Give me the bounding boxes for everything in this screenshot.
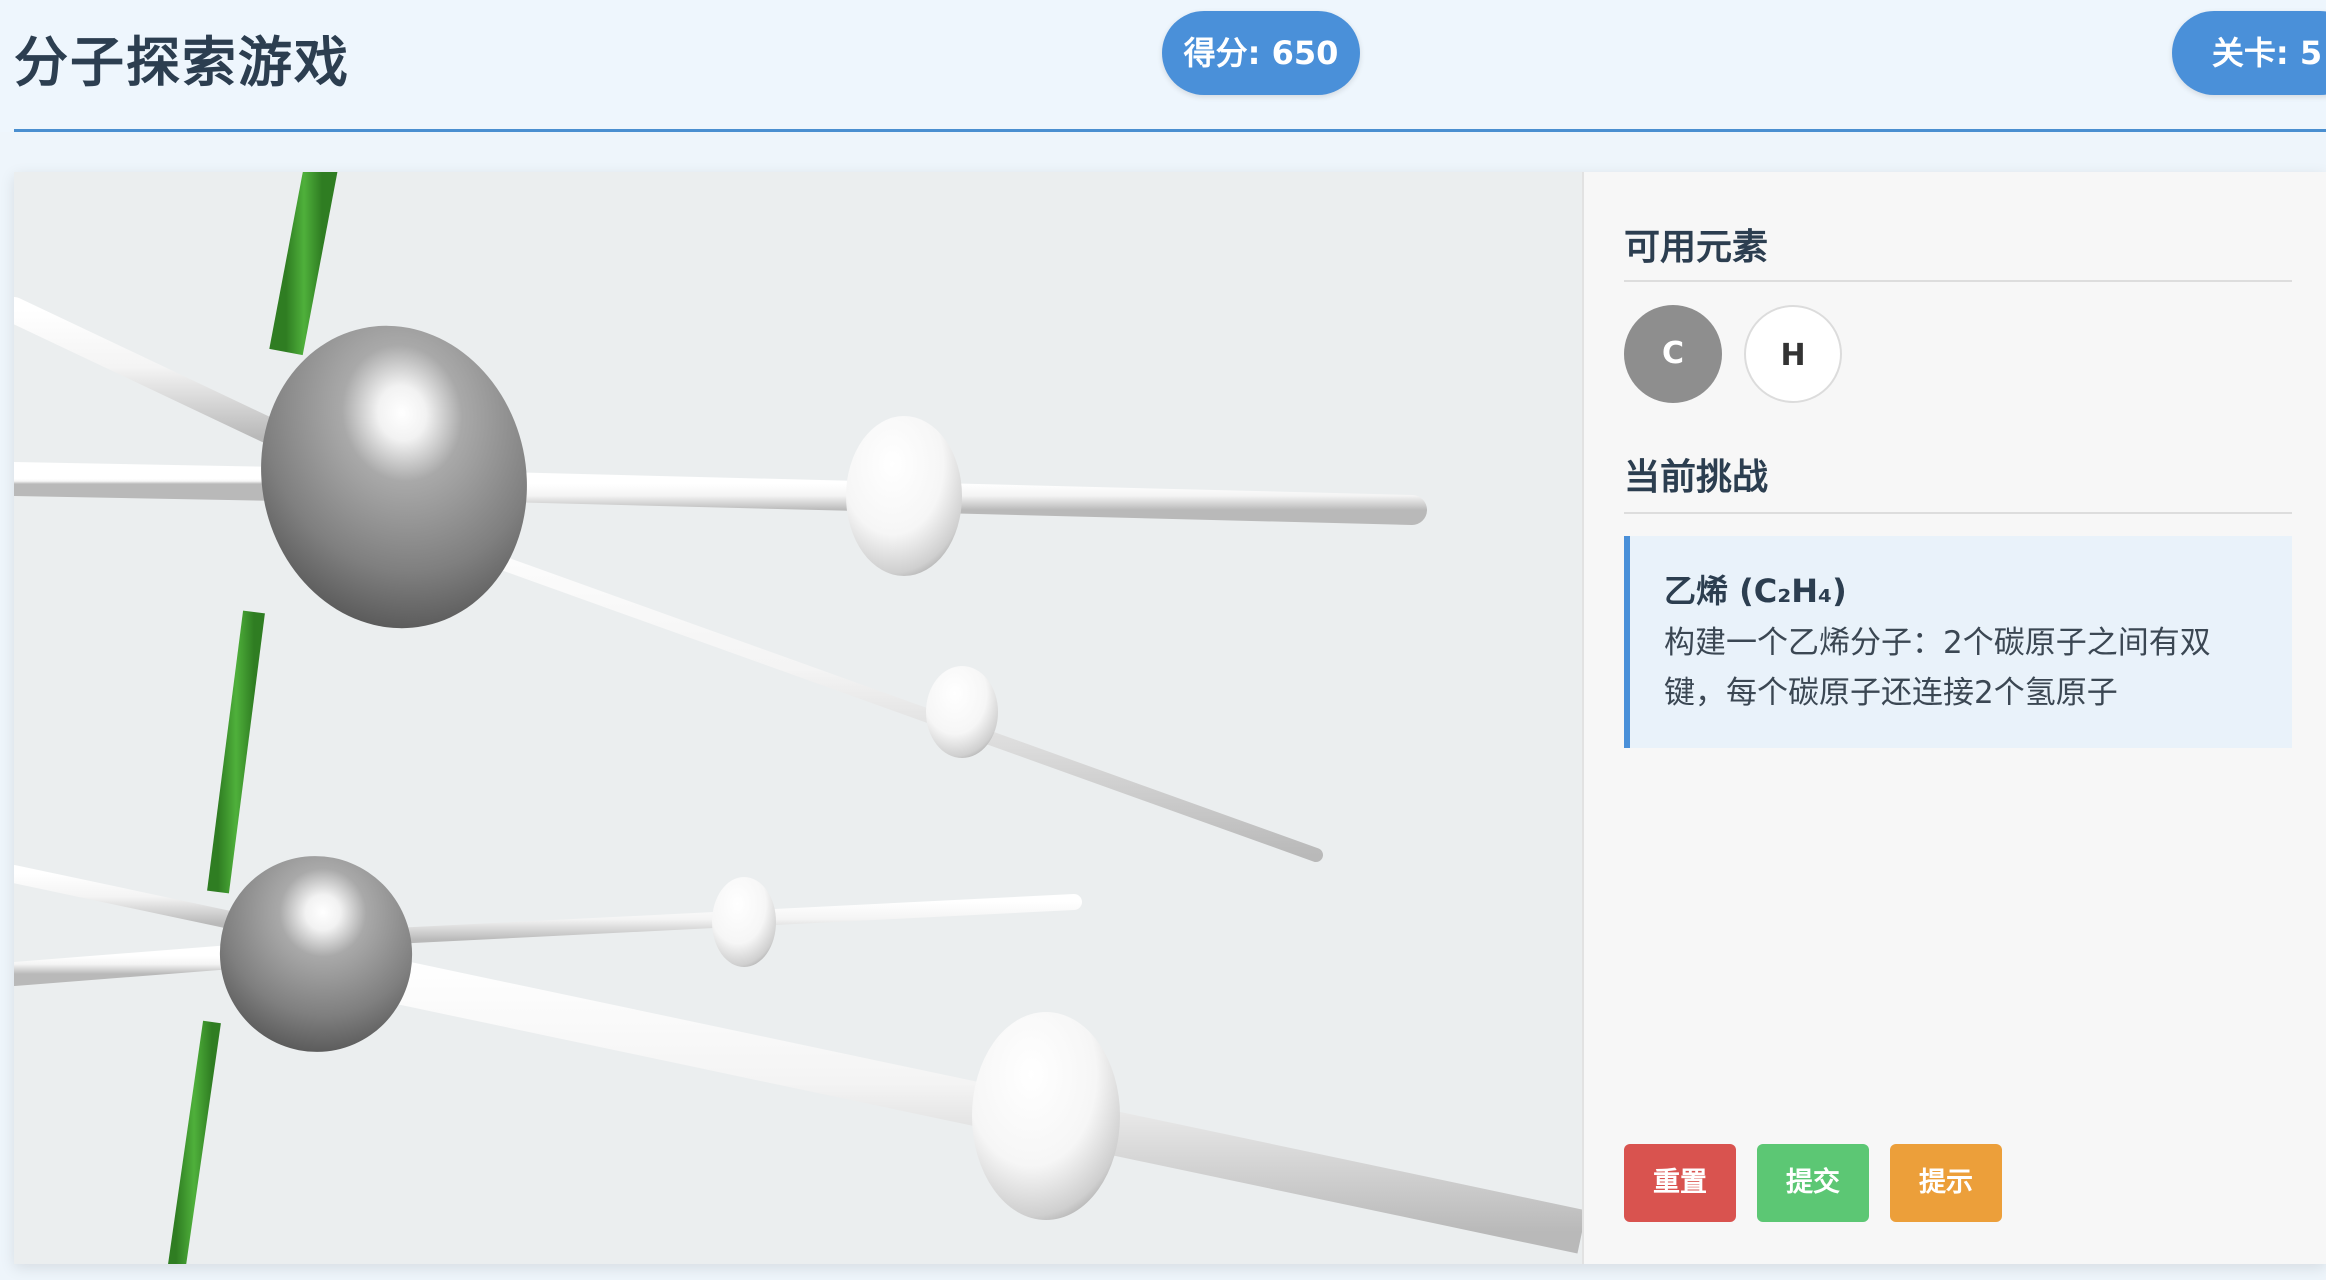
- header: 分子探索游戏 得分: 650 关卡: 5: [0, 0, 2326, 132]
- challenge-description: 构建一个乙烯分子：2个碳原子之间有双 键，每个碳原子还连接2个氢原子: [1664, 618, 2262, 718]
- element-hydrogen-button[interactable]: H: [1744, 305, 1842, 403]
- hydrogen-atom[interactable]: [846, 416, 962, 576]
- bond: [306, 894, 1082, 948]
- page-title: 分子探索游戏: [14, 31, 350, 94]
- challenge-name: 乙烯 (C₂H₄): [1664, 572, 1847, 610]
- challenge-section-title: 当前挑战: [1624, 457, 1769, 498]
- challenge-card: 乙烯 (C₂H₄) 构建一个乙烯分子：2个碳原子之间有双 键，每个碳原子还连接2…: [1624, 536, 2292, 748]
- bond: [14, 462, 301, 501]
- bond: [14, 944, 256, 986]
- section-divider: [1624, 512, 2292, 514]
- bond-segment: [207, 610, 265, 894]
- bond: [367, 510, 1323, 862]
- element-carbon-button[interactable]: C: [1624, 305, 1722, 403]
- carbon-atom[interactable]: [233, 301, 554, 653]
- double-bond: [168, 172, 338, 1264]
- challenge-description-line: 构建一个乙烯分子：2个碳原子之间有双: [1664, 625, 2211, 661]
- bond-segment: [168, 1020, 221, 1264]
- hydrogen-atom[interactable]: [712, 877, 776, 967]
- bond-segment: [269, 172, 338, 356]
- level-badge: 关卡: 5: [2172, 11, 2326, 95]
- section-divider: [1624, 280, 2292, 282]
- reset-button[interactable]: 重置: [1624, 1144, 1736, 1222]
- hydrogen-atom[interactable]: [926, 666, 998, 758]
- hydrogen-atom[interactable]: [972, 1012, 1120, 1220]
- header-divider: [14, 129, 2326, 132]
- score-badge: 得分: 650: [1162, 11, 1360, 95]
- submit-button[interactable]: 提交: [1757, 1144, 1869, 1222]
- carbon-atom[interactable]: [202, 838, 431, 1070]
- game-container: 可用元素 C H 当前挑战 乙烯 (C₂H₄) 构建一个乙烯分子：2个碳原子之间…: [14, 172, 2326, 1264]
- bond: [299, 940, 1582, 1254]
- bond: [14, 297, 295, 450]
- bonds: [14, 297, 1582, 1254]
- elements-section-title: 可用元素: [1624, 227, 1769, 268]
- molecule-3d-viewport[interactable]: [14, 172, 1582, 1264]
- challenge-description-line: 键，每个碳原子还连接2个氢原子: [1664, 675, 2118, 711]
- side-panel: 可用元素 C H 当前挑战 乙烯 (C₂H₄) 构建一个乙烯分子：2个碳原子之间…: [1582, 172, 2326, 1264]
- molecule-scene[interactable]: [14, 172, 1582, 1264]
- hint-button[interactable]: 提示: [1890, 1144, 2002, 1222]
